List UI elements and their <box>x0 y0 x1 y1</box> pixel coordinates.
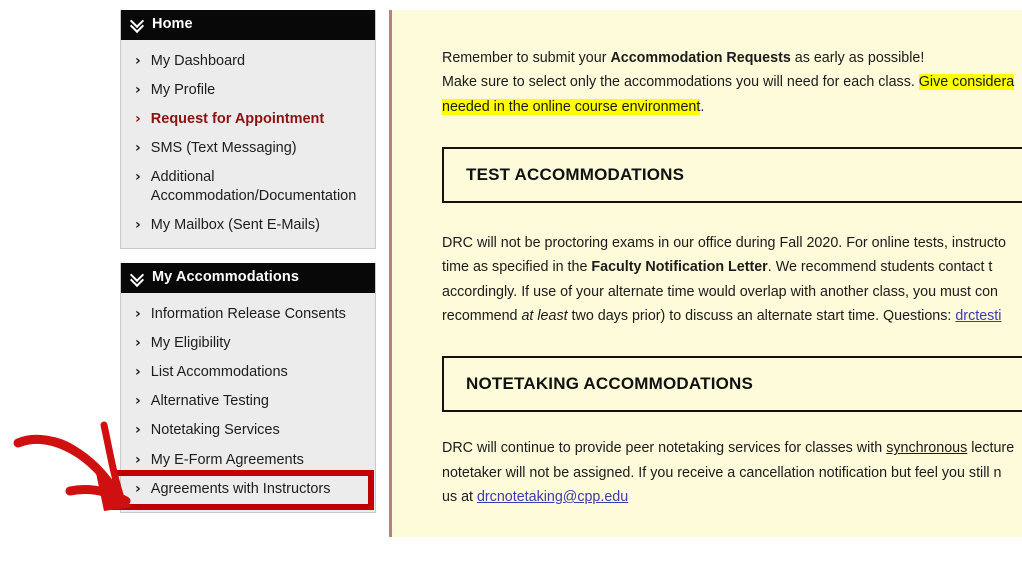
double-chevron-down-icon <box>131 271 143 285</box>
test-body-line-3-text: accordingly. If use of your alternate ti… <box>442 283 999 300</box>
test-body-line-3: accordingly. If use of your alternate ti… <box>442 282 1022 302</box>
intro-line-1: Remember to submit your Accommodation Re… <box>442 48 1022 68</box>
notetaking-body-line-1-post: lecture <box>967 440 1015 457</box>
faculty-notification-letter-bold: Faculty Notification Letter <box>591 259 768 276</box>
chevron-right-icon: › <box>135 139 141 156</box>
test-body-line-4-mid: two days prior) to discuss an alternate … <box>567 307 956 324</box>
sidebar-item-agreements-with-instructors[interactable]: › Agreements with Instructors <box>112 469 375 510</box>
chevron-right-icon: › <box>135 364 141 381</box>
sidebar-item-my-e-form-agreements[interactable]: › My E-Form Agreements <box>121 446 375 475</box>
section-title-notetaking-accommodations: NOTETAKING ACCOMMODATIONS <box>466 374 754 394</box>
sidebar-item-label: My Dashboard <box>150 52 246 69</box>
sidebar-item-label: List Accommodations <box>150 364 288 381</box>
test-body-line-4-pre: recommend <box>442 307 522 324</box>
sidebar-panel-header-home[interactable]: Home <box>121 10 375 40</box>
sidebar-item-my-eligibility[interactable]: › My Eligibility <box>121 329 375 358</box>
test-body-line-2-pre: time as specified in the <box>442 259 592 276</box>
sidebar-panel-my-accommodations: My Accommodations › Information Release … <box>112 263 376 513</box>
sidebar-item-label: Request for Appointment <box>150 110 325 127</box>
intro-line-2: Make sure to select only the accommodati… <box>442 72 1022 92</box>
sidebar-item-label: Additional Accommodation/Documentation <box>150 169 357 205</box>
section-title-test-accommodations: TEST ACCOMMODATIONS <box>466 164 685 184</box>
sidebar-item-information-release-consents[interactable]: › Information Release Consents <box>121 300 375 329</box>
sidebar-item-list-accommodations[interactable]: › List Accommodations <box>121 358 375 387</box>
chevron-right-icon: › <box>135 451 141 468</box>
sidebar-panel-header-my-accommodations[interactable]: My Accommodations <box>121 263 375 293</box>
chevron-right-icon: › <box>135 480 141 497</box>
sidebar-item-label: Notetaking Services <box>150 422 280 439</box>
sidebar-item-additional-accommodation-documentation[interactable]: › Additional Accommodation/Documentation <box>121 163 375 211</box>
intro-paragraph: Remember to submit your Accommodation Re… <box>442 48 1022 117</box>
at-least-italic: at least <box>521 307 568 324</box>
sidebar-item-label: My Profile <box>150 81 216 98</box>
sidebar-item-label: Alternative Testing <box>150 393 269 410</box>
sidebar-item-my-profile[interactable]: › My Profile <box>121 76 375 105</box>
sidebar-item-label: SMS (Text Messaging) <box>150 139 297 156</box>
synchronous-link[interactable]: synchronous <box>886 440 967 456</box>
notetaking-body-line-2: notetaker will not be assigned. If you r… <box>442 463 1022 483</box>
sidebar-panel-body-my-accommodations: › Information Release Consents › My Elig… <box>112 293 375 512</box>
content-inner: Remember to submit your Accommodation Re… <box>392 10 1022 537</box>
intro-line-1-post: as early as possible! <box>790 50 925 66</box>
notetaking-accommodations-body: DRC will continue to provide peer noteta… <box>442 438 1022 507</box>
double-chevron-down-icon <box>131 17 143 31</box>
intro-line-1-bold: Accommodation Requests <box>610 50 791 66</box>
sidebar-item-notetaking-services[interactable]: › Notetaking Services <box>121 416 375 445</box>
sidebar-item-label: My Eligibility <box>150 335 231 351</box>
sidebar-item-alternative-testing[interactable]: › Alternative Testing <box>121 387 375 416</box>
chevron-right-icon: › <box>135 305 141 322</box>
test-body-line-2-post: . We recommend students contact t <box>767 259 993 276</box>
sidebar-item-my-mailbox-sent-emails[interactable]: › My Mailbox (Sent E-Mails) <box>121 211 375 240</box>
test-accommodations-heading-box: TEST ACCOMMODATIONS <box>442 146 1022 204</box>
sidebar-panel-body-home: › My Dashboard › My Profile › Request fo… <box>121 40 375 249</box>
test-body-line-4: recommend at least two days prior) to di… <box>442 306 1022 326</box>
drctesting-email-link[interactable]: drctesti <box>955 308 1001 324</box>
chevron-right-icon: › <box>135 81 141 98</box>
notetaking-body-line-1-pre: DRC will continue to provide peer noteta… <box>442 440 887 457</box>
notetaking-accommodations-heading-box: NOTETAKING ACCOMMODATIONS <box>442 356 1022 413</box>
sidebar-item-label: Agreements with Instructors <box>150 480 331 497</box>
test-accommodations-body: DRC will not be proctoring exams in our … <box>442 233 1022 326</box>
intro-line-2-highlight: Give considera <box>918 74 1015 91</box>
intro-line-2-pre: Make sure to select only the accommodati… <box>442 74 919 91</box>
intro-line-3-highlight: needed in the online course environment <box>442 98 701 115</box>
chevron-right-icon: › <box>135 335 141 351</box>
notetaking-body-line-2-text: notetaker will not be assigned. If you r… <box>442 464 1002 481</box>
test-body-line-1: DRC will not be proctoring exams in our … <box>442 233 1022 253</box>
chevron-right-icon: › <box>135 52 141 69</box>
chevron-right-icon: › <box>135 422 141 439</box>
chevron-right-icon: › <box>135 110 141 127</box>
intro-line-3: needed in the online course environment. <box>442 97 1022 117</box>
intro-line-3-post: . <box>700 98 705 115</box>
sidebar-item-label: Information Release Consents <box>150 305 346 322</box>
left-sidebar-navigation: Home › My Dashboard › My Profile › Reque… <box>112 10 376 527</box>
notetaking-body-line-1: DRC will continue to provide peer noteta… <box>442 438 1022 458</box>
chevron-right-icon: › <box>135 169 141 185</box>
sidebar-panel-home: Home › My Dashboard › My Profile › Reque… <box>120 10 376 250</box>
main-content-panel: Remember to submit your Accommodation Re… <box>389 10 1022 537</box>
sidebar-panel-title-my-accommodations: My Accommodations <box>152 269 299 286</box>
chevron-right-icon: › <box>135 393 141 410</box>
closing-line-1: Please feel free to reach out to us if y… <box>442 535 1022 537</box>
chevron-right-icon: › <box>135 217 141 234</box>
notetaking-body-line-3-pre: us at <box>442 488 477 505</box>
test-body-line-1-text: DRC will not be proctoring exams in our … <box>442 235 1006 252</box>
notetaking-body-line-3: us at drcnotetaking@cpp.edu <box>442 487 1022 507</box>
test-body-line-2: time as specified in the Faculty Notific… <box>442 257 1022 277</box>
sidebar-item-label: My Mailbox (Sent E-Mails) <box>150 217 320 234</box>
closing-paragraph: Please feel free to reach out to us if y… <box>442 535 1022 537</box>
sidebar-item-sms-text-messaging[interactable]: › SMS (Text Messaging) <box>121 134 375 163</box>
drcnotetaking-email-link[interactable]: drcnotetaking@cpp.edu <box>477 489 628 505</box>
intro-line-1-pre: Remember to submit your <box>442 50 611 66</box>
sidebar-item-my-dashboard[interactable]: › My Dashboard <box>121 47 375 76</box>
sidebar-panel-title-home: Home <box>152 16 193 32</box>
sidebar-item-label: My E-Form Agreements <box>150 451 304 468</box>
sidebar-item-request-for-appointment[interactable]: › Request for Appointment <box>121 105 375 134</box>
